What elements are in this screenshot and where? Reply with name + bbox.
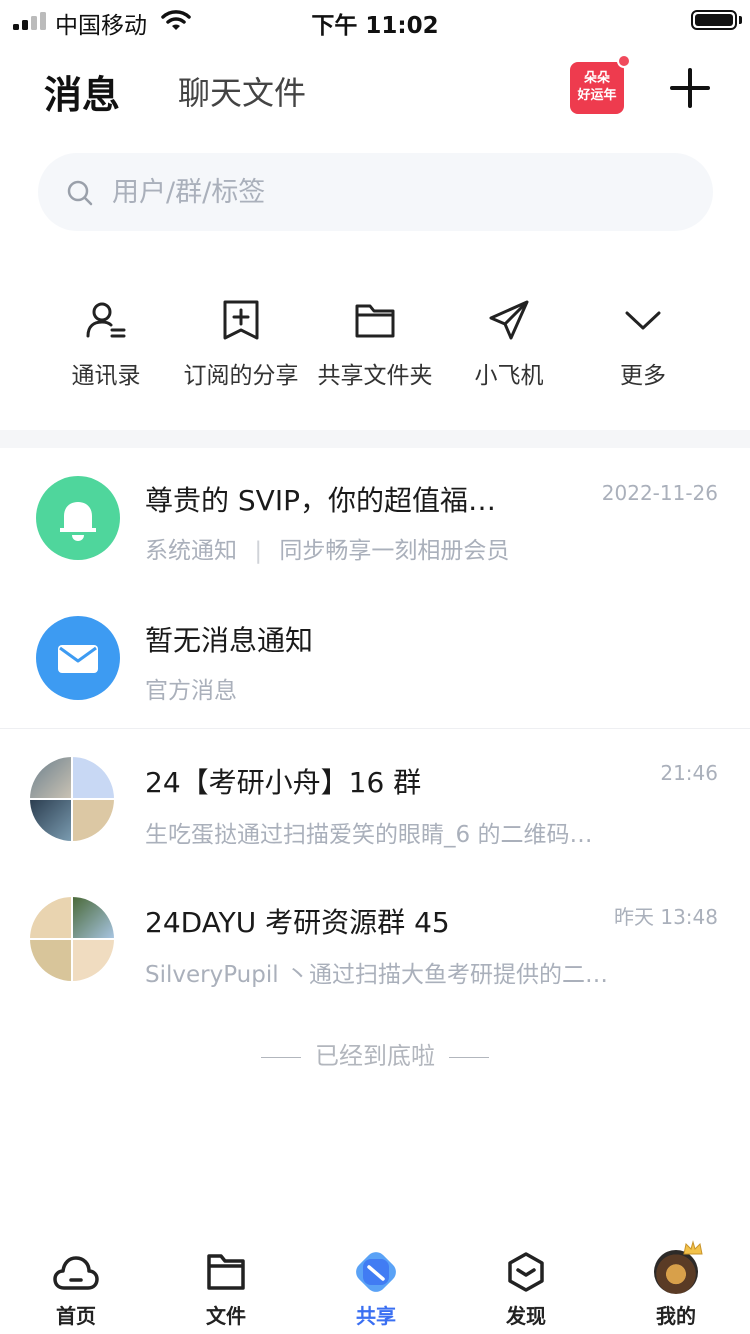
item-title: 暂无消息通知 <box>145 624 314 657</box>
add-button[interactable] <box>668 66 712 110</box>
item-title: 24【考研小舟】16 群 <box>145 766 422 799</box>
status-time: 下午 11:02 <box>311 13 439 39</box>
contacts-icon <box>86 302 126 338</box>
promo-badge[interactable]: 朵朵 好运年 <box>570 62 624 114</box>
shortcut-shared-folder[interactable]: 共享文件夹 <box>308 298 442 398</box>
search-input[interactable] <box>112 173 672 211</box>
file-folder-icon <box>207 1254 245 1290</box>
tab-label: 发现 <box>506 1304 546 1328</box>
mail-icon <box>58 645 98 673</box>
shortcut-paper-plane[interactable]: 小飞机 <box>442 298 576 398</box>
shortcut-label: 更多 <box>620 363 666 389</box>
discover-box-icon <box>508 1252 544 1292</box>
tab-discover[interactable]: 发现 <box>471 1250 581 1330</box>
shortcut-subscribed-shares[interactable]: 订阅的分享 <box>174 298 308 398</box>
tab-chat-files[interactable]: 聊天文件 <box>178 68 306 114</box>
tab-label: 我的 <box>656 1304 696 1328</box>
group-avatar <box>30 897 114 981</box>
crown-icon <box>683 1240 703 1255</box>
paper-plane-icon <box>489 300 529 340</box>
tab-home[interactable]: 首页 <box>21 1250 131 1330</box>
mail-avatar <box>36 616 120 700</box>
tab-files[interactable]: 文件 <box>171 1250 281 1330</box>
chevron-down-icon <box>625 311 661 330</box>
list-item-system-notice[interactable]: 尊贵的 SVIP，你的超值福… 系统通知 | 同步畅享一刻相册会员 2022-1… <box>0 455 750 585</box>
battery-cap <box>739 16 742 24</box>
item-subtitle: 系统通知 | 同步畅享一刻相册会员 <box>145 538 510 564</box>
end-of-list-tip: 已经到底啦 <box>0 1036 750 1071</box>
page-title[interactable]: 消息 <box>44 64 120 119</box>
list-item-group[interactable]: 24DAYU 考研资源群 45 SilveryPupil 丶通过扫描大鱼考研提供… <box>0 877 750 1007</box>
folder-icon <box>355 304 395 338</box>
list-item-group[interactable]: 24【考研小舟】16 群 生吃蛋挞通过扫描爱笑的眼睛_6 的二维码… 21:46 <box>0 737 750 867</box>
search-icon <box>67 180 93 206</box>
tab-label: 文件 <box>206 1304 246 1328</box>
tab-share[interactable]: 共享 <box>321 1250 431 1330</box>
notification-dot <box>617 54 631 68</box>
list-divider <box>0 728 750 729</box>
share-icon <box>356 1252 396 1292</box>
shortcut-contacts[interactable]: 通讯录 <box>39 298 173 398</box>
tab-me[interactable]: 我的 <box>621 1240 731 1330</box>
cloud-icon <box>53 1256 99 1290</box>
profile-avatar <box>654 1240 703 1294</box>
end-tip-text: 已经到底啦 <box>315 1042 435 1070</box>
bookmark-add-icon <box>223 300 259 340</box>
bell-avatar <box>36 476 120 560</box>
item-subtitle: 生吃蛋挞通过扫描爱笑的眼睛_6 的二维码… <box>145 822 593 848</box>
shortcut-label: 通讯录 <box>71 363 141 389</box>
item-time: 昨天 13:48 <box>614 905 718 929</box>
item-source: 系统通知 <box>145 538 237 564</box>
list-item-official[interactable]: 暂无消息通知 官方消息 <box>0 595 750 725</box>
shortcut-label: 共享文件夹 <box>317 363 433 389</box>
status-bar: 中国移动 下午 11:02 <box>0 0 750 40</box>
group-avatar <box>30 757 114 841</box>
tab-label: 首页 <box>56 1304 96 1328</box>
item-time: 21:46 <box>660 761 718 785</box>
section-divider <box>0 430 750 448</box>
battery-icon <box>691 10 737 30</box>
item-title: 尊贵的 SVIP，你的超值福… <box>145 484 496 517</box>
shortcut-label: 订阅的分享 <box>183 363 299 389</box>
item-time: 2022-11-26 <box>601 481 718 505</box>
item-preview: 同步畅享一刻相册会员 <box>279 538 510 564</box>
item-subtitle: SilveryPupil 丶通过扫描大鱼考研提供的二… <box>145 962 608 988</box>
tab-label: 共享 <box>356 1304 396 1328</box>
shortcut-more[interactable]: 更多 <box>576 298 710 398</box>
item-subtitle: 官方消息 <box>145 678 237 704</box>
item-title: 24DAYU 考研资源群 45 <box>145 906 450 939</box>
shortcut-label: 小飞机 <box>474 363 544 389</box>
search-bar[interactable] <box>38 153 713 231</box>
bell-icon <box>60 502 96 541</box>
